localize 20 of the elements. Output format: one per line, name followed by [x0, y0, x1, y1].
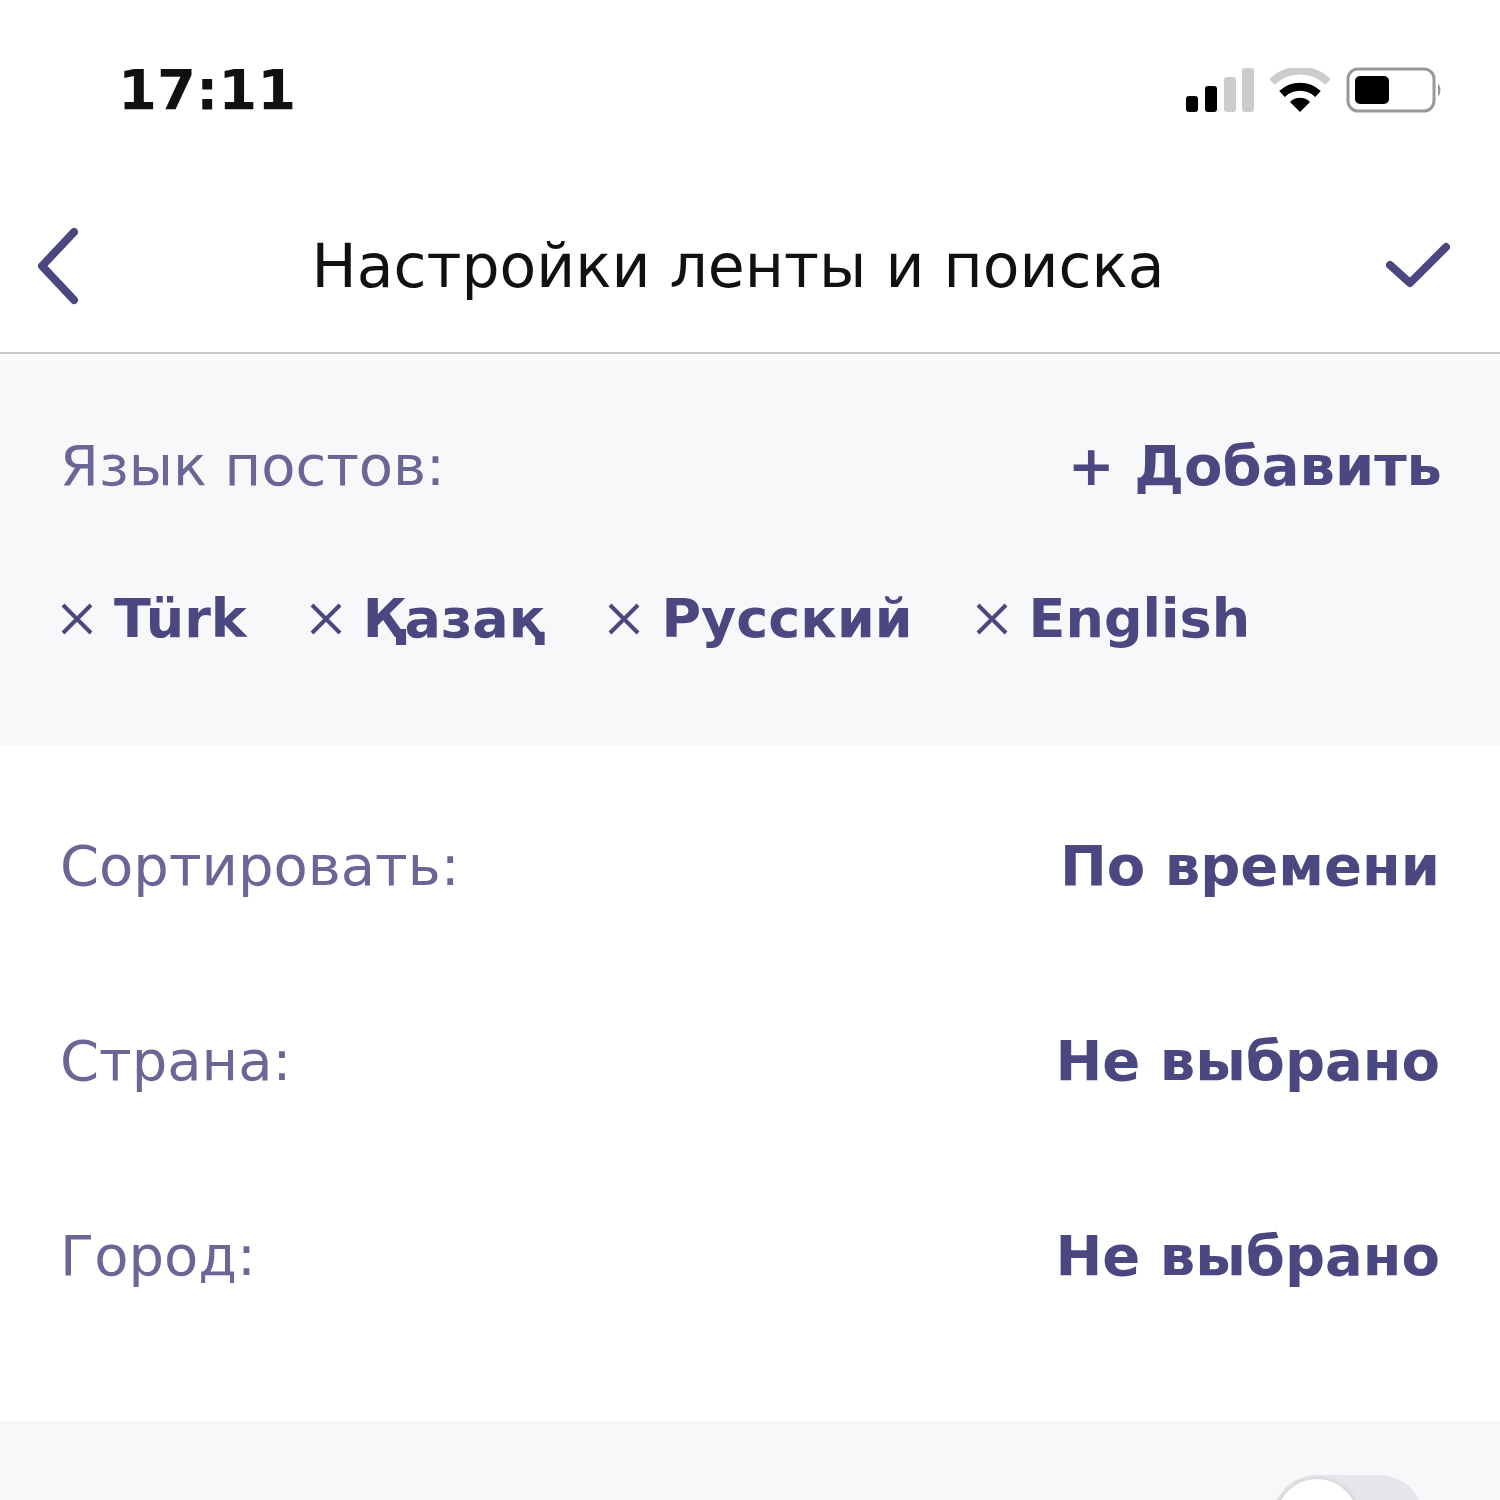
remove-icon [974, 601, 1009, 636]
language-chip[interactable]: Русский [607, 578, 913, 659]
remove-icon [60, 601, 94, 636]
language-chip[interactable]: Қазақ [308, 578, 546, 659]
language-chip[interactable]: English [974, 578, 1251, 659]
setting-value[interactable]: Не выбрано [1055, 1213, 1440, 1298]
signal-icon [1186, 68, 1254, 112]
language-chip[interactable]: Türk [60, 578, 247, 659]
remove-icon [308, 601, 343, 636]
setting-label: Страна: [60, 1026, 292, 1095]
wifi-icon [1270, 68, 1330, 112]
setting-label: Город: [60, 1221, 256, 1290]
remove-icon [607, 601, 642, 636]
setting-label: Сортировать: [60, 831, 460, 900]
setting-value[interactable]: По времени [1059, 823, 1440, 908]
status-time: 17:11 [118, 56, 297, 124]
language-label: Язык постов: [60, 432, 445, 500]
setting-value[interactable]: Не выбрано [1055, 1018, 1440, 1103]
add-language-link[interactable]: + Добавить [1067, 424, 1442, 508]
screen-title: Настройки ленты и поиска [311, 230, 1165, 303]
